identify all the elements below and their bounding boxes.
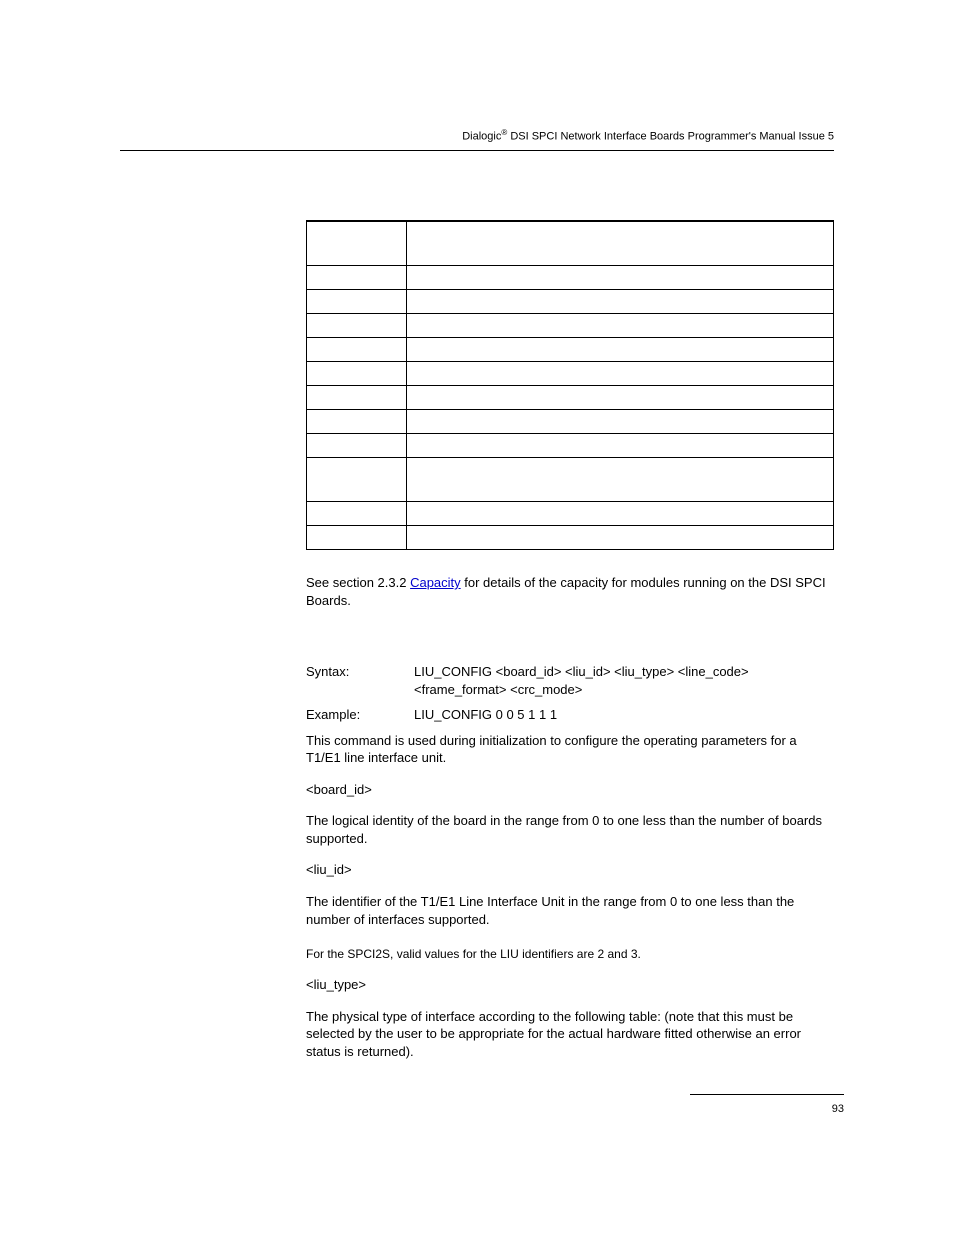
table-row — [307, 502, 834, 526]
syntax-row: Syntax: LIU_CONFIG <board_id> <liu_id> <… — [306, 663, 834, 698]
syntax-label: Syntax: — [306, 663, 414, 698]
table-row — [307, 526, 834, 550]
board-id-tag: <board_id> — [306, 781, 834, 799]
liu-id-tag: <liu_id> — [306, 861, 834, 879]
see-section-para: See section 2.3.2 Capacity for details o… — [306, 574, 834, 609]
header-rest: DSI SPCI Network Interface Boards Progra… — [507, 131, 834, 143]
example-value: LIU_CONFIG 0 0 5 1 1 1 — [414, 706, 834, 724]
main-content: See section 2.3.2 Capacity for details o… — [306, 220, 834, 1074]
liu-type-desc: The physical type of interface according… — [306, 1008, 834, 1061]
table-row — [307, 290, 834, 314]
table-row — [307, 386, 834, 410]
table-row — [307, 410, 834, 434]
header-rule — [120, 150, 834, 151]
table-row — [307, 222, 834, 266]
capacity-link[interactable]: Capacity — [410, 575, 461, 590]
table-row — [307, 434, 834, 458]
table-row — [307, 314, 834, 338]
liu-id-desc: The identifier of the T1/E1 Line Interfa… — [306, 893, 834, 928]
table-row — [307, 266, 834, 290]
footer-rule — [690, 1094, 844, 1095]
table-row — [307, 338, 834, 362]
header-brand: Dialogic — [462, 131, 501, 143]
table-row — [307, 362, 834, 386]
syntax-value: LIU_CONFIG <board_id> <liu_id> <liu_type… — [414, 663, 834, 698]
table-row — [307, 458, 834, 502]
see-prefix: See section 2.3.2 — [306, 575, 410, 590]
example-row: Example: LIU_CONFIG 0 0 5 1 1 1 — [306, 706, 834, 724]
options-table — [306, 220, 834, 550]
page-header: Dialogic® DSI SPCI Network Interface Boa… — [120, 128, 834, 143]
spci2s-note: For the SPCI2S, valid values for the LIU… — [306, 946, 834, 962]
page-number: 93 — [832, 1103, 844, 1115]
liu-type-tag: <liu_type> — [306, 976, 834, 994]
example-label: Example: — [306, 706, 414, 724]
board-id-desc: The logical identity of the board in the… — [306, 812, 834, 847]
intro-para: This command is used during initializati… — [306, 732, 834, 767]
